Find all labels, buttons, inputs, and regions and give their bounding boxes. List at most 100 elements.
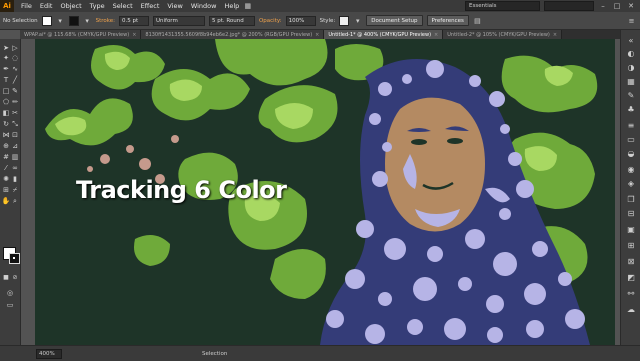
color-panel-icon[interactable]: ◐ <box>626 48 636 58</box>
gradient-tool-icon[interactable]: ▥ <box>11 153 19 161</box>
slice-tool-icon[interactable]: ⌿ <box>11 186 19 194</box>
menu-edit[interactable]: Edit <box>36 2 57 10</box>
menu-view[interactable]: View <box>163 2 186 10</box>
line-tool-icon[interactable]: ╱ <box>11 76 19 84</box>
pen-tool-icon[interactable]: ✒ <box>2 65 10 73</box>
type-tool-icon[interactable]: T <box>2 76 10 84</box>
transform-icon[interactable]: ⊠ <box>626 256 636 266</box>
scissors-tool-icon[interactable]: ✂ <box>11 109 19 117</box>
tools-panel: ➤ ▷ ✦ ◌ ✒ ∿ T ╱ □ ✎ ⬠ ✏ ◧ ✂ ↻ ⤡ ⋈ ⊡ ⊕ ⊿ … <box>0 39 21 345</box>
panel-menu-icon[interactable]: ≡ <box>627 16 636 25</box>
rotate-tool-icon[interactable]: ↻ <box>2 120 10 128</box>
tab-wpap[interactable]: WPAP.ai* @ 115.68% (CMYK/GPU Preview) × <box>20 30 142 39</box>
pathfinder-icon[interactable]: ◩ <box>626 272 636 282</box>
fill-color-swatch[interactable] <box>41 15 52 26</box>
eraser-tool-icon[interactable]: ◧ <box>2 109 10 117</box>
arrange-documents-icon[interactable]: ▤ <box>473 16 482 25</box>
menu-type[interactable]: Type <box>86 2 109 10</box>
shape-builder-tool-icon[interactable]: ⊕ <box>2 142 10 150</box>
links-icon[interactable]: ⚯ <box>626 288 636 298</box>
stroke-swatch[interactable] <box>9 253 20 264</box>
status-bar: 400% Selection <box>0 345 640 361</box>
artboard-canvas[interactable]: Tracking 6 Color <box>35 39 615 345</box>
align-icon[interactable]: ⊞ <box>626 240 636 250</box>
lasso-tool-icon[interactable]: ◌ <box>11 54 19 62</box>
stroke-label[interactable]: Stroke: <box>96 18 115 24</box>
search-input[interactable] <box>544 1 594 11</box>
eyedropper-tool-icon[interactable]: ⁄ <box>2 164 10 172</box>
opacity-label[interactable]: Opacity: <box>259 18 282 24</box>
screen-mode-icon[interactable]: ▭ <box>6 301 14 309</box>
gradient-icon[interactable]: ▭ <box>626 134 636 144</box>
direct-selection-tool-icon[interactable]: ▷ <box>11 44 19 52</box>
column-graph-tool-icon[interactable]: ▮ <box>11 175 19 183</box>
swatches-icon[interactable]: ▦ <box>626 76 636 86</box>
menu-select[interactable]: Select <box>109 2 137 10</box>
hand-tool-icon[interactable]: ✋ <box>2 197 11 205</box>
tab-label: 8130ff1431355.5609f8b94eb6e2.jpg* @ 200%… <box>145 31 313 38</box>
chevron-down-icon[interactable]: ▾ <box>353 16 362 25</box>
zoom-level-field[interactable]: 400% <box>36 348 62 359</box>
artboards-icon[interactable]: ⊟ <box>626 208 636 218</box>
free-transform-tool-icon[interactable]: ⊡ <box>11 131 19 139</box>
graphic-styles-icon[interactable]: ◈ <box>626 178 636 188</box>
document-setup-button[interactable]: Document Setup <box>366 15 423 26</box>
magic-wand-tool-icon[interactable]: ✦ <box>2 54 10 62</box>
symbols-icon[interactable]: ♣ <box>626 104 636 114</box>
mesh-tool-icon[interactable]: # <box>2 153 10 161</box>
graphic-style-swatch[interactable] <box>339 15 350 26</box>
menu-effect[interactable]: Effect <box>137 2 164 10</box>
close-icon[interactable]: × <box>315 32 319 38</box>
paintbrush-tool-icon[interactable]: ✎ <box>11 87 19 95</box>
maximize-icon[interactable]: □ <box>612 1 622 11</box>
bridge-icon[interactable]: ▦ <box>243 2 252 11</box>
close-icon[interactable]: × <box>434 32 438 38</box>
close-icon[interactable]: × <box>132 32 136 38</box>
close-icon[interactable]: × <box>553 32 557 38</box>
rectangle-tool-icon[interactable]: □ <box>2 87 10 95</box>
collapse-panels-icon[interactable]: « <box>626 35 636 45</box>
brushes-icon[interactable]: ✎ <box>626 90 636 100</box>
menu-window[interactable]: Window <box>187 2 221 10</box>
menu-help[interactable]: Help <box>220 2 243 10</box>
tab-untitled-2[interactable]: Untitled-2* @ 105% (CMYK/GPU Preview) × <box>443 30 563 39</box>
stroke-icon[interactable]: ≡ <box>626 120 636 130</box>
close-icon[interactable]: ✕ <box>626 1 636 11</box>
tab-jpg[interactable]: 8130ff1431355.5609f8b94eb6e2.jpg* @ 200%… <box>141 30 325 39</box>
preferences-button[interactable]: Preferences <box>426 15 469 26</box>
layers-icon[interactable]: ❐ <box>626 194 636 204</box>
transparency-icon[interactable]: ◒ <box>626 148 636 158</box>
shaper-tool-icon[interactable]: ⬠ <box>2 98 10 106</box>
eye-right <box>447 138 463 144</box>
tab-label: WPAP.ai* @ 115.68% (CMYK/GPU Preview) <box>24 31 130 38</box>
perspective-grid-tool-icon[interactable]: ⊿ <box>11 142 19 150</box>
pencil-tool-icon[interactable]: ✏ <box>11 98 19 106</box>
chevron-down-icon[interactable]: ▾ <box>83 16 92 25</box>
scale-tool-icon[interactable]: ⤡ <box>11 120 19 128</box>
brush-definition-select[interactable]: 5 pt. Round <box>208 15 255 26</box>
width-tool-icon[interactable]: ⋈ <box>2 131 10 139</box>
curvature-tool-icon[interactable]: ∿ <box>11 65 19 73</box>
draw-mode-icon[interactable]: ◎ <box>6 289 14 297</box>
blend-tool-icon[interactable]: ∞ <box>11 164 19 172</box>
image-trace-icon[interactable]: ▣ <box>626 224 636 234</box>
selection-tool-icon[interactable]: ➤ <box>2 44 10 52</box>
workspace-switcher[interactable]: Essentials <box>465 1 540 11</box>
artboard-tool-icon[interactable]: ⊞ <box>2 186 10 194</box>
zoom-tool-icon[interactable]: ⌕ <box>11 197 19 205</box>
appearance-icon[interactable]: ◉ <box>626 164 636 174</box>
libraries-icon[interactable]: ☁ <box>626 304 636 314</box>
stroke-weight-field[interactable]: 0.5 pt <box>118 15 149 26</box>
color-mode-icon[interactable]: ■ <box>2 274 10 282</box>
menu-file[interactable]: File <box>17 2 36 10</box>
opacity-field[interactable]: 100% <box>285 15 316 26</box>
menu-object[interactable]: Object <box>56 2 85 10</box>
stroke-color-swatch[interactable] <box>68 15 79 26</box>
symbol-sprayer-tool-icon[interactable]: ✺ <box>2 175 10 183</box>
tab-untitled-1[interactable]: Untitled-1* @ 400% (CMYK/GPU Preview) × <box>324 30 444 39</box>
color-guide-icon[interactable]: ◑ <box>626 62 636 72</box>
chevron-down-icon[interactable]: ▾ <box>56 16 65 25</box>
none-mode-icon[interactable]: ⊘ <box>11 274 19 282</box>
stroke-profile-select[interactable]: Uniform <box>152 15 205 26</box>
minimize-icon[interactable]: – <box>598 1 608 11</box>
